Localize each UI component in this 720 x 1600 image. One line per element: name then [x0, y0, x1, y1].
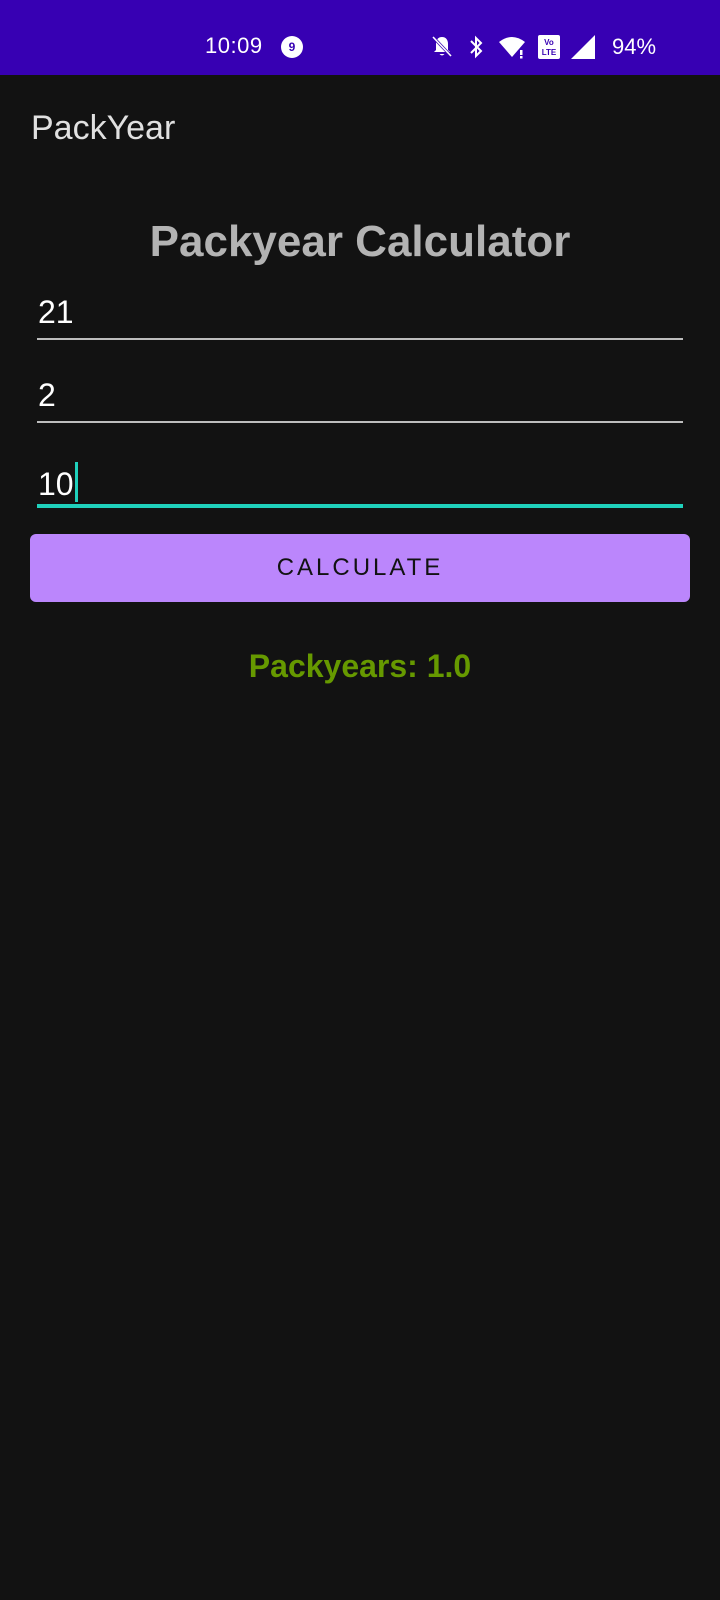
calculate-button[interactable]: CALCULATE	[30, 534, 690, 602]
input-field-3[interactable]: 10	[37, 456, 683, 508]
input-field-2-value: 2	[38, 377, 56, 413]
input-field-1-value: 21	[38, 294, 74, 330]
input-field-1[interactable]: 21	[37, 288, 683, 340]
input-field-3-value: 10	[38, 466, 74, 502]
app-screen: 10:09 9 Vo LTE 94% PackYear Packyear Cal…	[0, 0, 720, 1600]
text-cursor	[74, 462, 78, 502]
app-title: PackYear	[31, 109, 176, 147]
page-heading: Packyear Calculator	[149, 217, 571, 266]
volte-icon: Vo LTE	[538, 35, 560, 59]
input-field-2-underline	[37, 421, 683, 423]
battery-percentage: 94%	[612, 34, 657, 59]
wifi-icon	[499, 37, 525, 59]
input-field-3-content: 10	[38, 462, 78, 503]
input-field-1-underline	[37, 338, 683, 340]
result-text: Packyears: 1.0	[248, 648, 472, 684]
svg-text:LTE: LTE	[542, 48, 557, 57]
input-field-3-underline	[37, 504, 683, 508]
status-bar: 10:09 9 Vo LTE 94%	[0, 0, 720, 75]
notification-count-badge: 9	[281, 36, 303, 58]
svg-text:Vo: Vo	[544, 38, 554, 47]
input-field-2[interactable]: 2	[37, 371, 683, 423]
bell-off-icon	[431, 35, 453, 58]
status-time: 10:09	[205, 33, 263, 58]
signal-icon	[571, 35, 595, 59]
bluetooth-icon	[470, 35, 483, 59]
